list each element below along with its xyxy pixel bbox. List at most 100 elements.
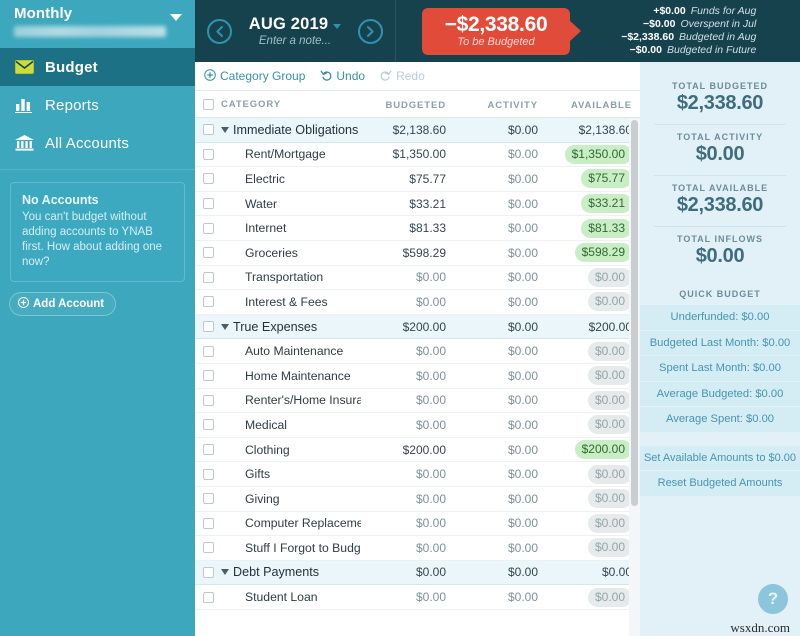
- category-row[interactable]: Transportation $0.00 $0.00 $0.00: [195, 266, 640, 291]
- category-row[interactable]: Interest & Fees $0.00 $0.00 $0.00: [195, 290, 640, 315]
- category-row[interactable]: Medical $0.00 $0.00 $0.00: [195, 413, 640, 438]
- quick-budget-action[interactable]: Reset Budgeted Amounts: [640, 471, 800, 496]
- activity-cell[interactable]: $0.00: [453, 514, 545, 532]
- collapse-triangle-icon[interactable]: [221, 126, 229, 133]
- activity-cell[interactable]: $0.00: [453, 539, 545, 557]
- month-selector[interactable]: AUG 2019 Enter a note...: [241, 15, 349, 47]
- activity-cell[interactable]: $0.00: [453, 268, 545, 286]
- category-row[interactable]: Water $33.21 $0.00 $33.21: [195, 192, 640, 217]
- available-cell[interactable]: $0.00: [545, 538, 640, 558]
- budgeted-cell[interactable]: $81.33: [361, 219, 453, 237]
- category-row[interactable]: Internet $81.33 $0.00 $81.33: [195, 216, 640, 241]
- row-checkbox[interactable]: [202, 517, 214, 529]
- row-checkbox[interactable]: [202, 468, 214, 480]
- budgeted-cell[interactable]: $0.00: [361, 293, 453, 311]
- category-row[interactable]: Clothing $200.00 $0.00 $200.00: [195, 438, 640, 463]
- category-group-row[interactable]: Immediate Obligations $2,138.60 $0.00 $2,13…: [195, 118, 640, 143]
- available-cell[interactable]: $0.00: [545, 513, 640, 533]
- row-checkbox[interactable]: [202, 198, 214, 210]
- available-cell[interactable]: $0.00: [545, 489, 640, 509]
- activity-cell[interactable]: $0.00: [453, 563, 545, 581]
- budgeted-cell[interactable]: $0.00: [361, 563, 453, 581]
- budgeted-cell[interactable]: $0.00: [361, 268, 453, 286]
- row-checkbox[interactable]: [202, 173, 214, 185]
- available-cell[interactable]: $0.00: [545, 341, 640, 361]
- category-row[interactable]: Student Loan $0.00 $0.00 $0.00: [195, 585, 640, 610]
- activity-cell[interactable]: $0.00: [453, 342, 545, 360]
- row-checkbox[interactable]: [202, 542, 214, 554]
- previous-month-button[interactable]: [207, 18, 232, 44]
- activity-cell[interactable]: $0.00: [453, 490, 545, 508]
- budgeted-cell[interactable]: $0.00: [361, 391, 453, 409]
- category-row[interactable]: Groceries $598.29 $0.00 $598.29: [195, 241, 640, 266]
- row-checkbox[interactable]: [202, 444, 214, 456]
- row-checkbox[interactable]: [202, 296, 214, 308]
- budgeted-cell[interactable]: $0.00: [361, 367, 453, 385]
- available-cell[interactable]: $0.00: [545, 267, 640, 287]
- category-group-row[interactable]: Debt Payments $0.00 $0.00 $0.00: [195, 560, 640, 586]
- row-checkbox[interactable]: [202, 345, 214, 357]
- budgeted-cell[interactable]: $0.00: [361, 539, 453, 557]
- activity-cell[interactable]: $0.00: [453, 318, 545, 336]
- budgeted-cell[interactable]: $0.00: [361, 490, 453, 508]
- activity-cell[interactable]: $0.00: [453, 416, 545, 434]
- category-row[interactable]: Electric $75.77 $0.00 $75.77: [195, 167, 640, 192]
- category-group-row[interactable]: True Expenses $200.00 $0.00 $200.00: [195, 314, 640, 340]
- budgeted-cell[interactable]: $0.00: [361, 514, 453, 532]
- quick-budget-action[interactable]: Set Available Amounts to $0.00: [640, 445, 800, 470]
- budgeted-cell[interactable]: $598.29: [361, 244, 453, 262]
- quick-budget-button[interactable]: Spent Last Month: $0.00: [640, 356, 800, 381]
- category-row[interactable]: Auto Maintenance $0.00 $0.00 $0.00: [195, 339, 640, 364]
- next-month-button[interactable]: [358, 18, 383, 44]
- budgeted-cell[interactable]: $0.00: [361, 342, 453, 360]
- available-cell[interactable]: $0.00: [545, 366, 640, 386]
- budgeted-cell[interactable]: $200.00: [361, 318, 453, 336]
- budgeted-cell[interactable]: $0.00: [361, 588, 453, 606]
- budgeted-cell[interactable]: $200.00: [361, 441, 453, 459]
- category-row[interactable]: Stuff I Forgot to Budget For $0.00 $0.00 $0…: [195, 536, 640, 561]
- activity-cell[interactable]: $0.00: [453, 465, 545, 483]
- activity-cell[interactable]: $0.00: [453, 244, 545, 262]
- row-checkbox[interactable]: [202, 247, 214, 259]
- activity-cell[interactable]: $0.00: [453, 145, 545, 163]
- quick-budget-button[interactable]: Underfunded: $0.00: [640, 305, 800, 330]
- activity-cell[interactable]: $0.00: [453, 170, 545, 188]
- available-cell[interactable]: $200.00: [545, 440, 640, 460]
- select-all-checkbox[interactable]: [202, 98, 214, 110]
- row-checkbox[interactable]: [202, 566, 214, 578]
- sidebar-item-all-accounts[interactable]: All Accounts: [0, 124, 195, 162]
- budgeted-cell[interactable]: $2,138.60: [361, 121, 453, 139]
- sidebar-item-reports[interactable]: Reports: [0, 86, 195, 124]
- sidebar-item-budget[interactable]: Budget: [0, 48, 195, 86]
- quick-budget-button[interactable]: Average Budgeted: $0.00: [640, 381, 800, 406]
- activity-cell[interactable]: $0.00: [453, 367, 545, 385]
- available-cell[interactable]: $75.77: [545, 169, 640, 189]
- redo-button[interactable]: Redo: [380, 69, 425, 84]
- category-row[interactable]: Gifts $0.00 $0.00 $0.00: [195, 462, 640, 487]
- available-cell[interactable]: $0.00: [545, 292, 640, 312]
- scrollbar-thumb[interactable]: [631, 120, 638, 506]
- row-checkbox[interactable]: [202, 419, 214, 431]
- row-checkbox[interactable]: [202, 370, 214, 382]
- activity-cell[interactable]: $0.00: [453, 219, 545, 237]
- available-cell[interactable]: $0.00: [545, 587, 640, 607]
- add-category-group-button[interactable]: Category Group: [204, 68, 305, 84]
- available-cell[interactable]: $2,138.60: [545, 121, 640, 139]
- row-checkbox[interactable]: [202, 394, 214, 406]
- activity-cell[interactable]: $0.00: [453, 293, 545, 311]
- budgeted-cell[interactable]: $0.00: [361, 416, 453, 434]
- activity-cell[interactable]: $0.00: [453, 441, 545, 459]
- quick-budget-button[interactable]: Budgeted Last Month: $0.00: [640, 330, 800, 355]
- row-checkbox[interactable]: [202, 148, 214, 160]
- row-checkbox[interactable]: [202, 321, 214, 333]
- activity-cell[interactable]: $0.00: [453, 588, 545, 606]
- month-note-input[interactable]: Enter a note...: [241, 35, 349, 47]
- collapse-triangle-icon[interactable]: [221, 569, 229, 576]
- row-checkbox[interactable]: [202, 222, 214, 234]
- row-checkbox[interactable]: [202, 271, 214, 283]
- available-cell[interactable]: $598.29: [545, 243, 640, 263]
- category-row[interactable]: Renter's/Home Insurance $0.00 $0.00 $0.00: [195, 389, 640, 414]
- activity-cell[interactable]: $0.00: [453, 195, 545, 213]
- available-cell[interactable]: $33.21: [545, 194, 640, 214]
- budgeted-cell[interactable]: $33.21: [361, 195, 453, 213]
